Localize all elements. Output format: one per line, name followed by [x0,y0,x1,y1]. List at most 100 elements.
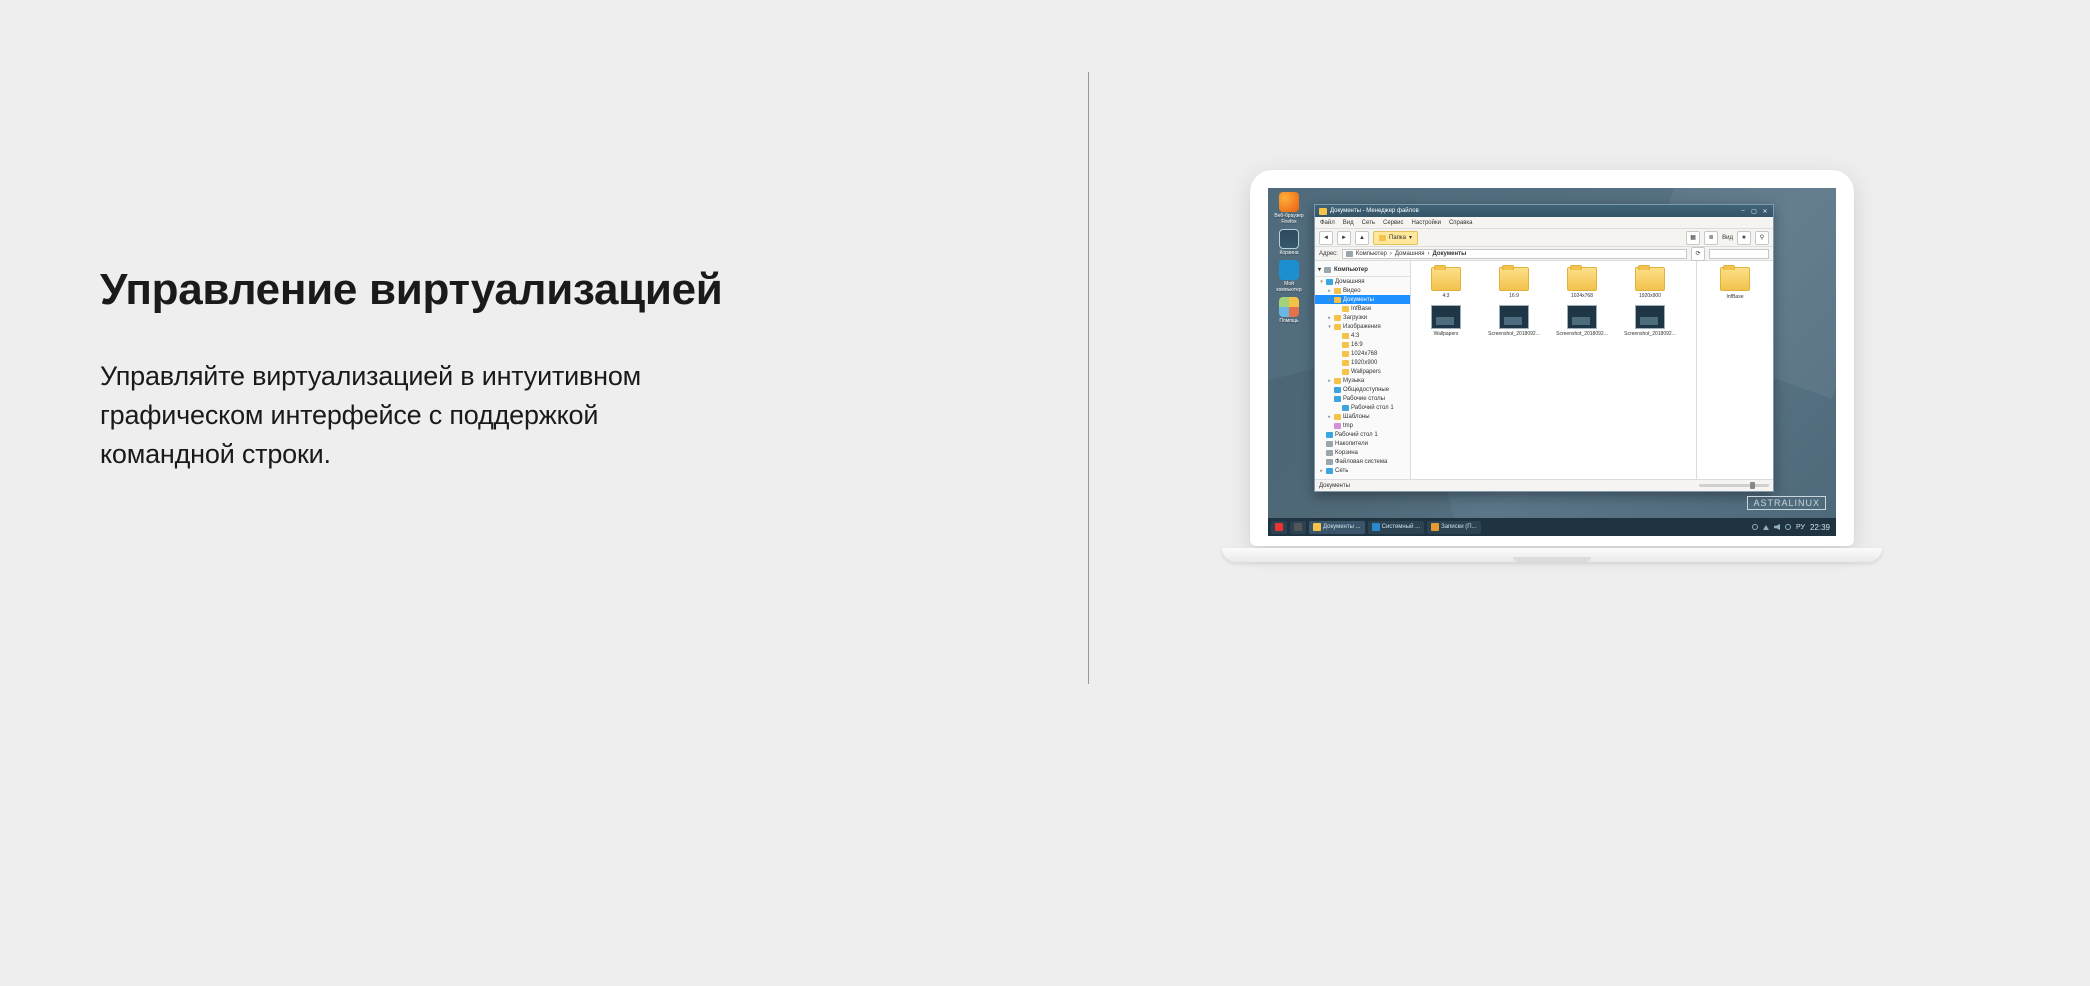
folder-icon [1326,279,1333,285]
tray-power-icon[interactable] [1785,524,1791,530]
menu-file[interactable]: Файл [1320,220,1335,226]
nav-forward-button[interactable]: ► [1337,231,1351,245]
tree-item[interactable]: 4:3 [1315,331,1410,340]
disclosure-icon: ▸ [1327,414,1332,420]
tree-item[interactable]: Общедоступные [1315,385,1410,394]
tree-item[interactable]: Wallpapers [1315,367,1410,376]
folder-icon [1342,369,1349,375]
start-button[interactable] [1271,521,1287,534]
tree-item[interactable]: Накопители [1315,439,1410,448]
folder-icon [1567,267,1597,291]
nav-back-button[interactable]: ◄ [1319,231,1333,245]
maximize-button[interactable]: ▢ [1750,207,1758,215]
nav-up-button[interactable]: ▲ [1355,231,1369,245]
tree-item[interactable]: Рабочий стол 1 [1315,430,1410,439]
close-button[interactable]: ✕ [1761,207,1769,215]
tree-root[interactable]: ▾ Компьютер [1315,263,1410,277]
address-input[interactable]: Компьютер› Домашняя› Документы [1342,249,1687,259]
tree-item[interactable]: ▸Сеть [1315,466,1410,475]
show-desktop-button[interactable] [1290,521,1306,534]
folder-icon [1334,288,1341,294]
tree-label: Рабочий стол 1 [1335,432,1378,438]
tree-label: Рабочие столы [1343,396,1385,402]
grid-image[interactable]: Wallpapers [1417,305,1475,337]
desktop-icon-firefox[interactable]: Веб-браузер Firefox [1272,192,1306,225]
tree-label: 4:3 [1351,333,1359,339]
tree-root-label: Компьютер [1334,267,1368,273]
tree-item[interactable]: ▾Документы [1315,295,1410,304]
grid-label: Screenshot_2018092... [1624,331,1676,337]
tray-clock[interactable]: 22:39 [1810,523,1830,532]
view-favorites-button[interactable]: ★ [1737,231,1751,245]
folder-icon [1334,297,1341,303]
tree-item[interactable]: ▸Музыка [1315,376,1410,385]
toolbar: ◄ ► ▲ Папка ▾ ▦ ≣ Вид ★ ⚲ [1315,229,1773,247]
tree-label: Корзина [1335,450,1358,456]
grid-folder[interactable]: 1024x768 [1553,267,1611,299]
folder-icon[interactable] [1720,267,1750,291]
menu-view[interactable]: Вид [1343,220,1354,226]
tray-network-icon[interactable] [1752,524,1758,530]
computer-icon [1279,260,1299,280]
grid-folder[interactable]: 16:9 [1485,267,1543,299]
refresh-button[interactable]: ⟳ [1691,247,1705,261]
folder-icon [1334,423,1341,429]
tree-item[interactable]: Корзина [1315,448,1410,457]
desktop-icon-computer[interactable]: Мой компьютер [1272,260,1306,293]
grid-folder[interactable]: 4:3 [1417,267,1475,299]
image-thumbnail [1499,305,1529,329]
tree-item[interactable]: ▾Изображения [1315,322,1410,331]
tree-item[interactable]: InfBase [1315,304,1410,313]
tree-label: tmp [1343,423,1353,429]
breadcrumb[interactable]: Домашняя [1395,251,1425,257]
grid-image[interactable]: Screenshot_2018092... [1485,305,1543,337]
tree-item[interactable]: Рабочий стол 1 [1315,403,1410,412]
chevron-down-icon: ▾ [1318,266,1321,273]
window-titlebar[interactable]: Документы - Менеджер файлов – ▢ ✕ [1315,205,1773,217]
disclosure-icon: ▸ [1327,315,1332,321]
tree-item[interactable]: ▾Домашняя [1315,277,1410,286]
minimize-button[interactable]: – [1739,207,1747,215]
tray-volume-icon[interactable] [1774,524,1780,530]
os-brand-label: ASTRALINUX [1747,496,1826,510]
grid-image[interactable]: Screenshot_2018092... [1553,305,1611,337]
desktop-icon-help[interactable]: Помощь [1272,297,1306,324]
breadcrumb-current[interactable]: Документы [1432,251,1466,257]
folder-icon [1334,387,1341,393]
grid-folder[interactable]: 1920x900 [1621,267,1679,299]
tree-item[interactable]: ▸Шаблоны [1315,412,1410,421]
tree-item[interactable]: 1024x768 [1315,349,1410,358]
menu-settings[interactable]: Настройки [1412,220,1441,226]
folder-icon [1342,360,1349,366]
page-description: Управляйте виртуализацией в интуитивном … [100,357,740,474]
tree-item[interactable]: ▸Загрузки [1315,313,1410,322]
view-filter-button[interactable]: ⚲ [1755,231,1769,245]
search-input[interactable] [1709,249,1769,259]
tree-label: 1024x768 [1351,351,1377,357]
zoom-slider[interactable] [1699,484,1769,487]
tree-item[interactable]: ▸Видео [1315,286,1410,295]
tree-item[interactable]: 16:9 [1315,340,1410,349]
desktop-icon-trash[interactable]: Корзина [1272,229,1306,256]
menu-network[interactable]: Сеть [1362,220,1375,226]
tree-item[interactable]: tmp [1315,421,1410,430]
tree-item[interactable]: 1920x900 [1315,358,1410,367]
new-folder-button[interactable]: Папка ▾ [1373,231,1418,245]
tree-item[interactable]: Файловая система [1315,457,1410,466]
tray-language[interactable]: РУ [1796,524,1805,531]
preview-pane: InfBase [1697,261,1773,479]
view-list-button[interactable]: ≣ [1704,231,1718,245]
folder-icon [1342,342,1349,348]
taskbar-item-system[interactable]: Системный ... [1368,521,1424,534]
grid-image[interactable]: Screenshot_2018092... [1621,305,1679,337]
view-label: Вид [1722,235,1733,241]
taskbar-item-notes[interactable]: Записки (П... [1427,521,1481,534]
menu-service[interactable]: Сервис [1383,220,1404,226]
view-icons-button[interactable]: ▦ [1686,231,1700,245]
taskbar-item-filemanager[interactable]: Документы ... [1309,521,1365,534]
folder-icon [1319,208,1327,215]
breadcrumb[interactable]: Компьютер [1356,251,1387,257]
tray-up-icon[interactable] [1763,525,1769,530]
menu-help[interactable]: Справка [1449,220,1473,226]
tree-item[interactable]: Рабочие столы [1315,394,1410,403]
